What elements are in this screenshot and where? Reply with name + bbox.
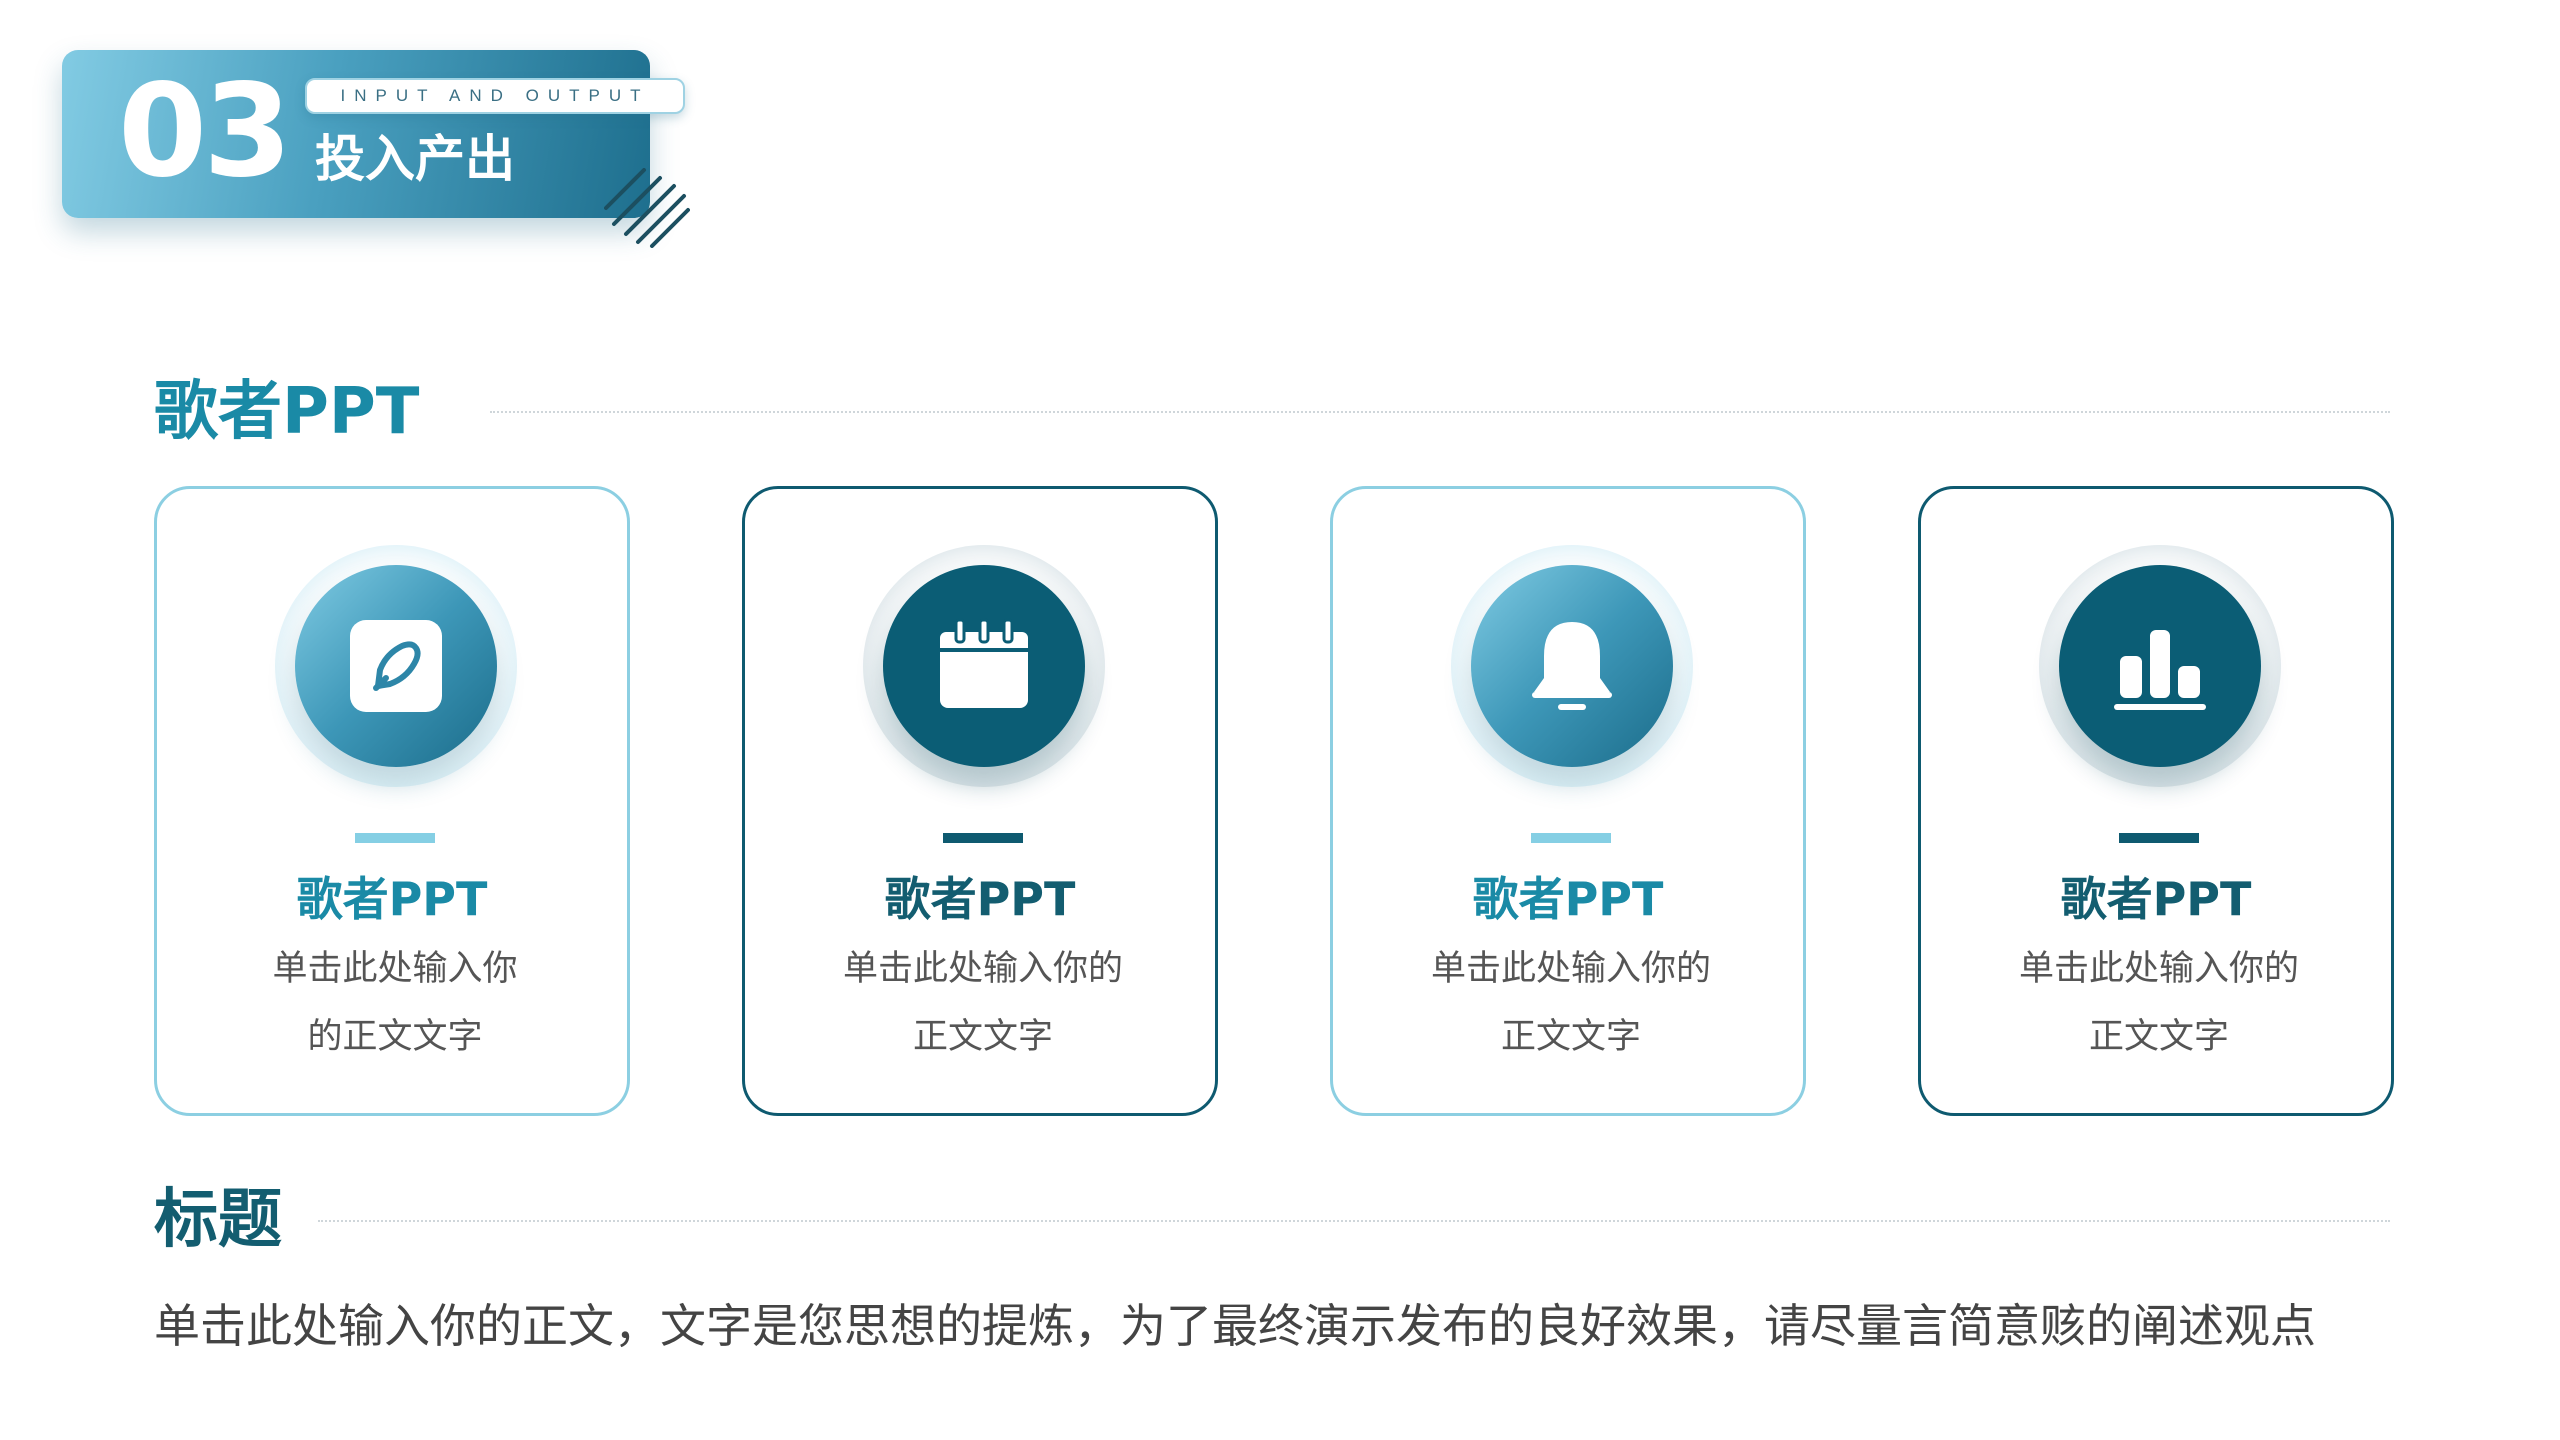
bar-chart-icon bbox=[2114, 630, 2206, 710]
body-paragraph: 单击此处输入你的正文，文字是您思想的提炼，为了最终演示发布的良好效果，请尽量言简… bbox=[154, 1299, 2316, 1353]
section-title: 投入产出 bbox=[315, 130, 515, 188]
feature-card-2[interactable]: 歌者PPT 单击此处输入你的 正文文字 bbox=[742, 486, 1218, 1116]
content-heading: 歌者PPT bbox=[154, 375, 420, 449]
subtitle-pill: INPUT AND OUTPUT bbox=[305, 78, 685, 114]
card-title: 歌者PPT bbox=[2060, 872, 2252, 926]
card-title: 歌者PPT bbox=[884, 872, 1076, 926]
icon-circle bbox=[2059, 565, 2261, 767]
feature-card-4[interactable]: 歌者PPT 单击此处输入你的 正文文字 bbox=[1918, 486, 2394, 1116]
accent-bar bbox=[2119, 833, 2199, 843]
card-body-line: 单击此处输入你的 bbox=[2018, 949, 2299, 989]
card-body-line: 单击此处输入你 bbox=[272, 949, 518, 989]
icon-circle bbox=[295, 565, 497, 767]
edit-icon bbox=[350, 620, 442, 712]
heading-divider bbox=[318, 1220, 2390, 1222]
bell-icon bbox=[1532, 622, 1612, 710]
decorative-stripes bbox=[604, 168, 690, 248]
card-title: 歌者PPT bbox=[1472, 872, 1664, 926]
card-body-line: 的正文文字 bbox=[307, 1017, 483, 1057]
subtitle-english: INPUT AND OUTPUT bbox=[340, 86, 650, 105]
card-title: 歌者PPT bbox=[296, 872, 488, 926]
card-body-line: 正文文字 bbox=[912, 1017, 1053, 1057]
accent-bar bbox=[355, 833, 435, 843]
accent-bar bbox=[1531, 833, 1611, 843]
card-body-line: 单击此处输入你的 bbox=[1430, 949, 1711, 989]
bottom-heading: 标题 bbox=[154, 1183, 282, 1257]
accent-bar bbox=[943, 833, 1023, 843]
icon-circle bbox=[883, 565, 1085, 767]
card-body: 单击此处输入你的 正文文字 bbox=[1951, 935, 2367, 1071]
card-body-line: 单击此处输入你的 bbox=[842, 949, 1123, 989]
heading-divider bbox=[490, 411, 2390, 413]
feature-card-1[interactable]: 歌者PPT 单击此处输入你 的正文文字 bbox=[154, 486, 630, 1116]
calendar-icon bbox=[940, 618, 1028, 708]
card-body-line: 正文文字 bbox=[1500, 1017, 1641, 1057]
card-body: 单击此处输入你的 正文文字 bbox=[1363, 935, 1779, 1071]
feature-card-3[interactable]: 歌者PPT 单击此处输入你的 正文文字 bbox=[1330, 486, 1806, 1116]
section-number: 03 bbox=[118, 57, 292, 206]
card-body: 单击此处输入你 的正文文字 bbox=[187, 935, 603, 1071]
icon-circle bbox=[1471, 565, 1673, 767]
card-body-line: 正文文字 bbox=[2088, 1017, 2229, 1057]
card-body: 单击此处输入你的 正文文字 bbox=[775, 935, 1191, 1071]
